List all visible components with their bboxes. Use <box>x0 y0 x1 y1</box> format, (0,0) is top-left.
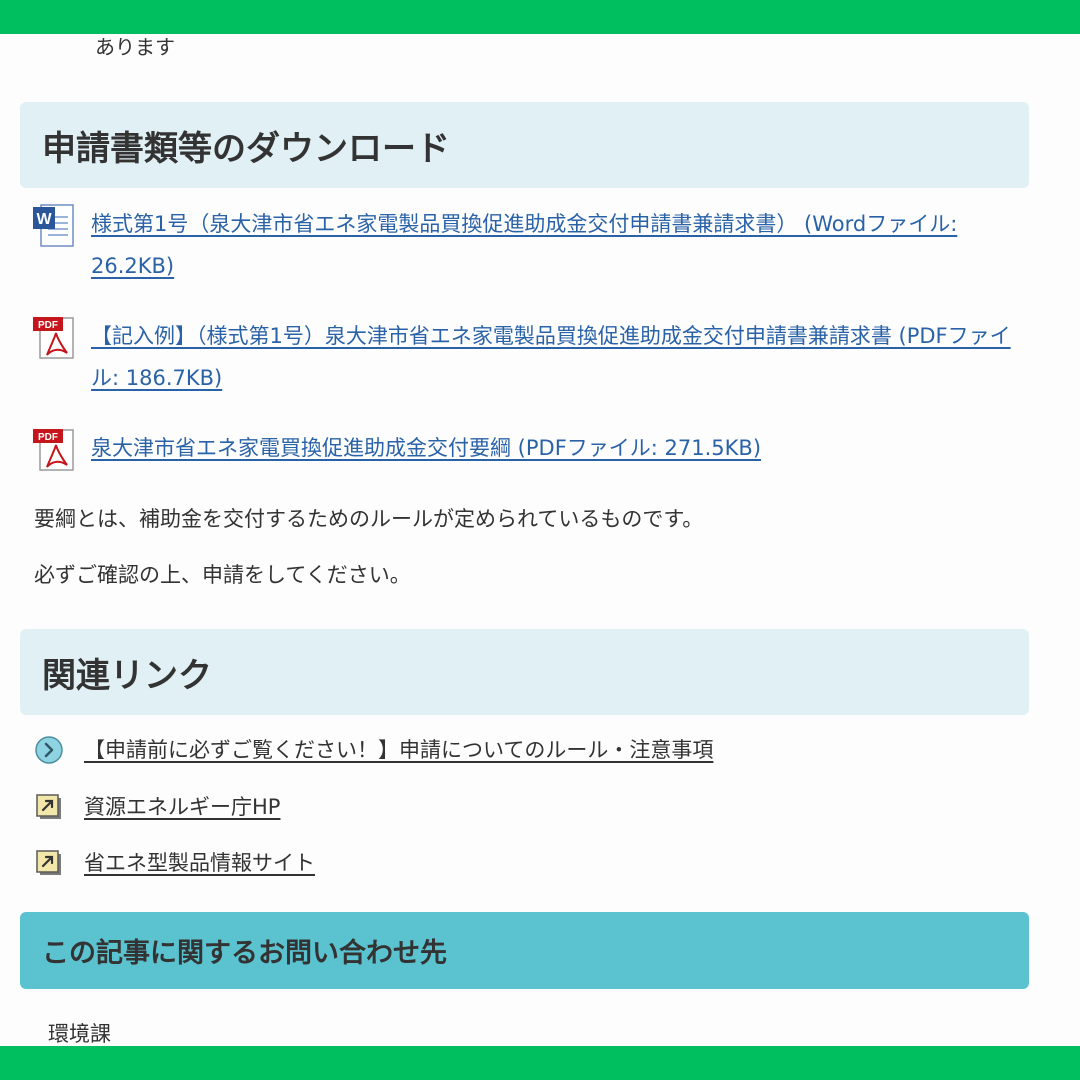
related-link-energy-agency-text[interactable]: 資源エネルギー庁HP <box>84 792 280 822</box>
svg-text:PDF: PDF <box>38 432 58 443</box>
related-link-energy-agency[interactable]: 資源エネルギー庁HP <box>34 792 280 822</box>
download-item-word[interactable]: W 様式第1号（泉大津市省エネ家電製品買換促進助成金交付申請書兼請求書） (Wo… <box>32 203 1022 287</box>
guidelines-note: 要綱とは、補助金を交付するためのルールが定められているものです。 <box>34 507 704 531</box>
svg-text:W: W <box>36 211 52 228</box>
previous-section-text: あります <box>95 35 175 59</box>
download-link-word[interactable]: 様式第1号（泉大津市省エネ家電製品買換促進助成金交付申請書兼請求書） (Word… <box>91 203 1016 287</box>
pdf-file-icon: PDF <box>33 429 74 471</box>
related-links-heading: 関連リンク <box>20 629 1029 715</box>
related-link-product-info-text[interactable]: 省エネ型製品情報サイト <box>84 848 315 878</box>
external-link-icon <box>36 850 61 875</box>
download-link-pdf-guidelines[interactable]: 泉大津市省エネ家電買換促進助成金交付要綱 (PDFファイル: 271.5KB) <box>91 427 1016 469</box>
contact-heading: この記事に関するお問い合わせ先 <box>20 912 1029 989</box>
confirm-note: 必ずご確認の上、申請をしてください。 <box>34 563 411 587</box>
related-link-rules[interactable]: 【申請前に必ずご覧ください！】申請についてのルール・注意事項 <box>34 735 713 765</box>
bottom-frame-bar <box>0 1046 1080 1080</box>
contact-heading-text: この記事に関するお問い合わせ先 <box>42 938 447 969</box>
related-link-product-info[interactable]: 省エネ型製品情報サイト <box>34 848 315 878</box>
top-frame-bar <box>0 0 1080 34</box>
pdf-file-icon: PDF <box>33 317 74 359</box>
related-link-rules-text[interactable]: 【申請前に必ずご覧ください！】申請についてのルール・注意事項 <box>84 735 713 765</box>
download-item-pdf-guidelines[interactable]: PDF 泉大津市省エネ家電買換促進助成金交付要綱 (PDFファイル: 271.5… <box>32 427 1022 473</box>
word-file-icon: W <box>33 204 74 247</box>
chevron-circle-icon <box>35 736 63 764</box>
contact-department: 環境課 <box>48 1022 111 1046</box>
downloads-heading-text: 申請書類等のダウンロード <box>42 128 450 169</box>
external-link-icon <box>36 794 61 819</box>
svg-text:PDF: PDF <box>38 320 58 331</box>
download-link-pdf-example[interactable]: 【記入例】（様式第1号）泉大津市省エネ家電製品買換促進助成金交付申請書兼請求書 … <box>91 315 1016 399</box>
related-links-heading-text: 関連リンク <box>42 655 212 696</box>
download-item-pdf-example[interactable]: PDF 【記入例】（様式第1号）泉大津市省エネ家電製品買換促進助成金交付申請書兼… <box>32 315 1022 399</box>
downloads-heading: 申請書類等のダウンロード <box>20 102 1029 188</box>
